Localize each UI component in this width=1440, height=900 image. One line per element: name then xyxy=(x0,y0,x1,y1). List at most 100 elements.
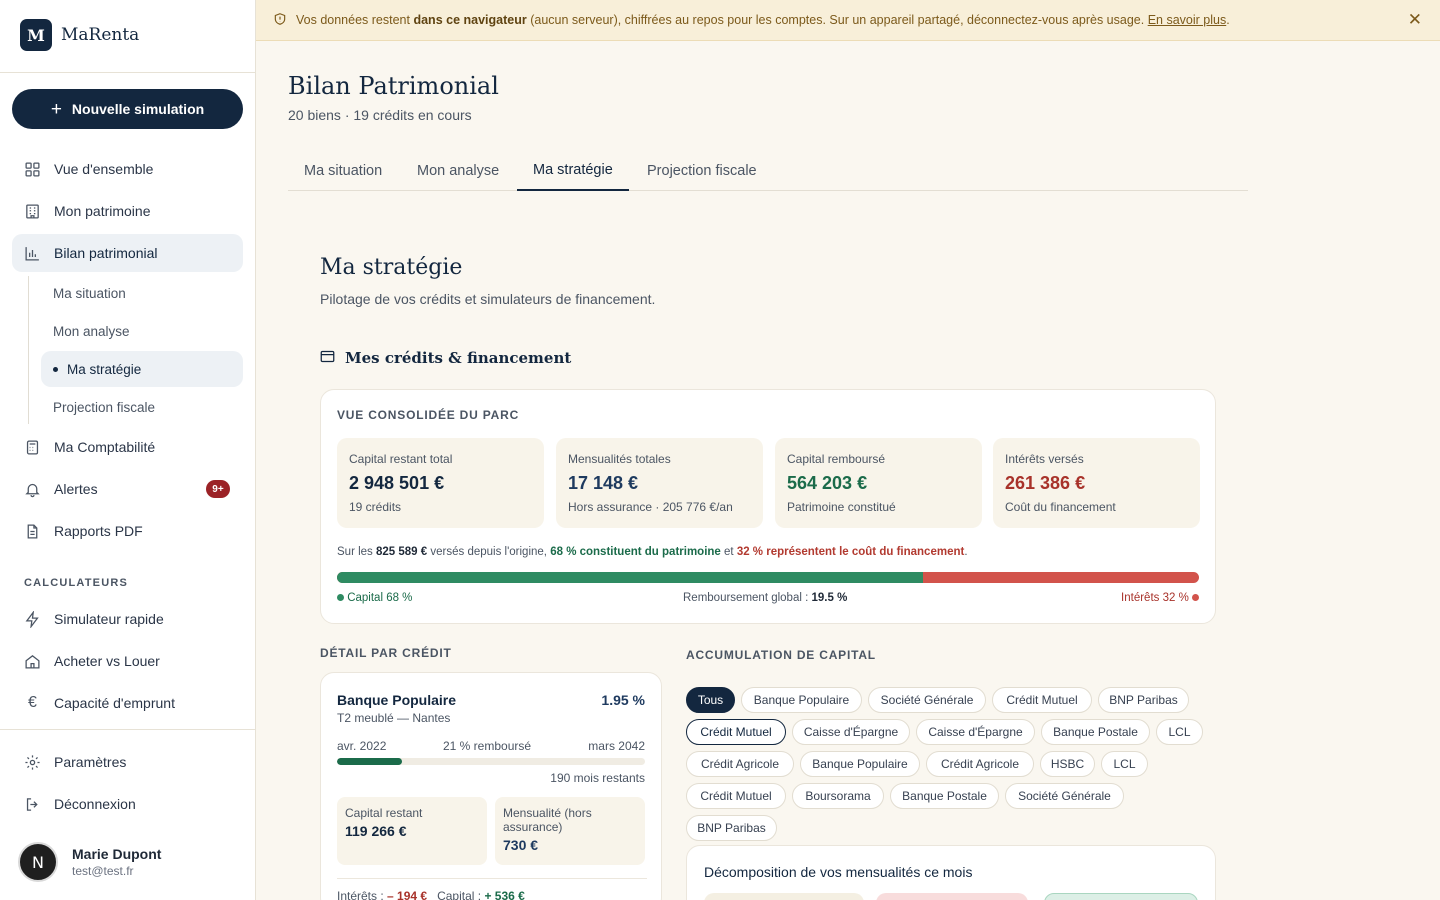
credit-progress-fill xyxy=(337,758,402,765)
legend-capital: Capital 68 % xyxy=(337,592,412,604)
repayment-summary: Sur les 825 589 € versés depuis l'origin… xyxy=(337,546,968,558)
page-title: Bilan Patrimonial xyxy=(288,72,499,100)
sidebar-item-patrimoine[interactable]: Mon patrimoine xyxy=(12,192,243,230)
sidebar-item-label: Vue d'ensemble xyxy=(54,161,154,177)
app-name: MaRenta xyxy=(61,25,140,45)
new-simulation-button[interactable]: + Nouvelle simulation xyxy=(12,89,243,129)
filter-chip[interactable]: Crédit Agricole xyxy=(926,751,1034,777)
learn-more-link[interactable]: En savoir plus xyxy=(1148,13,1227,27)
bell-icon xyxy=(24,481,41,498)
capital-bar-fill xyxy=(337,572,924,583)
credit-remaining: 190 mois restants xyxy=(550,771,645,785)
logout-icon xyxy=(24,796,41,813)
sidebar-item-deconnexion[interactable]: Déconnexion xyxy=(12,785,243,823)
sidebar-item-label: Paramètres xyxy=(54,754,127,770)
sidebar: M MaRenta + Nouvelle simulation Vue d'en… xyxy=(0,0,256,900)
filter-chip[interactable]: LCL xyxy=(1101,751,1148,777)
calculators-heading: CALCULATEURS xyxy=(24,577,129,589)
decomp-tile xyxy=(876,893,1028,900)
tab-analyse[interactable]: Mon analyse xyxy=(401,150,515,191)
subitem-label: Ma stratégie xyxy=(67,361,142,377)
consolidated-label: VUE CONSOLIDÉE DU PARC xyxy=(337,408,520,422)
subitem-label: Mon analyse xyxy=(53,323,130,339)
filter-chip[interactable]: Caisse d'Épargne xyxy=(916,719,1035,745)
credit-rate: 1.95 % xyxy=(601,692,645,708)
user-profile[interactable]: N Marie Dupont test@test.fr xyxy=(18,842,161,882)
plus-icon: + xyxy=(50,98,62,120)
kpi-interets-verses: Intérêts versés 261 386 € Coût du financ… xyxy=(993,438,1200,528)
filter-chip[interactable]: Boursorama xyxy=(792,783,884,809)
euro-icon: € xyxy=(28,694,37,711)
building-icon xyxy=(24,203,41,220)
credit-progress-bar xyxy=(337,758,645,765)
filter-chip[interactable]: Société Générale xyxy=(1005,783,1124,809)
brand[interactable]: M MaRenta xyxy=(20,19,139,51)
sidebar-item-label: Simulateur rapide xyxy=(54,611,164,627)
section-subtitle: Pilotage de vos crédits et simulateurs d… xyxy=(320,291,656,307)
sidebar-item-comptabilite[interactable]: Ma Comptabilité xyxy=(12,428,243,466)
sidebar-subitem-projection[interactable]: Projection fiscale xyxy=(41,389,243,425)
tab-strategie[interactable]: Ma stratégie xyxy=(517,150,629,191)
active-dot-icon xyxy=(53,366,58,372)
close-icon[interactable]: ✕ xyxy=(1408,10,1422,30)
sidebar-item-capacite[interactable]: € Capacité d'emprunt xyxy=(12,684,243,722)
sidebar-item-label: Rapports PDF xyxy=(54,523,143,539)
credit-start: avr. 2022 xyxy=(337,739,387,753)
filter-chip[interactable]: Banque Postale xyxy=(1041,719,1150,745)
sidebar-item-simulateur[interactable]: Simulateur rapide xyxy=(12,600,243,638)
grid-icon xyxy=(24,161,41,178)
sidebar-item-bilan[interactable]: Bilan patrimonial xyxy=(12,234,243,272)
filter-chip[interactable]: Crédit Agricole xyxy=(686,751,794,777)
detail-divider xyxy=(337,878,647,879)
sidebar-subitem-analyse[interactable]: Mon analyse xyxy=(41,313,243,349)
filter-chip[interactable]: Banque Populaire xyxy=(741,687,862,713)
filter-chip[interactable]: HSBC xyxy=(1040,751,1095,777)
capital-restant-box: Capital restant 119 266 € xyxy=(337,797,487,865)
credit-card-icon xyxy=(320,349,335,367)
sidebar-divider xyxy=(0,72,255,73)
shield-icon xyxy=(273,12,287,29)
banner-text: Vos données restent dans ce navigateur (… xyxy=(296,13,1230,27)
legend-global: Remboursement global : 19.5 % xyxy=(683,592,848,604)
credit-property: T2 meublé — Nantes xyxy=(337,711,451,725)
filter-chip[interactable]: Crédit Mutuel xyxy=(686,719,786,745)
sidebar-item-label: Bilan patrimonial xyxy=(54,245,158,261)
filter-chip[interactable]: BNP Paribas xyxy=(686,815,777,841)
sidebar-item-parametres[interactable]: Paramètres xyxy=(12,743,243,781)
filter-chip[interactable]: Crédit Mutuel xyxy=(686,783,786,809)
sidebar-item-rapports[interactable]: Rapports PDF xyxy=(12,512,243,550)
filter-chip[interactable]: Banque Postale xyxy=(890,783,999,809)
filter-chip[interactable]: Caisse d'Épargne xyxy=(792,719,910,745)
sidebar-item-alertes[interactable]: Alertes 9+ xyxy=(12,470,243,508)
filter-chip[interactable]: Tous xyxy=(686,687,735,713)
tab-situation[interactable]: Ma situation xyxy=(288,150,398,191)
filter-chip[interactable]: LCL xyxy=(1156,719,1203,745)
credit-card-banque-populaire[interactable]: Banque Populaire 1.95 % T2 meublé — Nant… xyxy=(320,672,662,900)
credit-end: mars 2042 xyxy=(588,739,645,753)
sidebar-subitem-situation[interactable]: Ma situation xyxy=(41,275,243,311)
sidebar-item-acheter-louer[interactable]: Acheter vs Louer xyxy=(12,642,243,680)
sidebar-item-label: Capacité d'emprunt xyxy=(54,695,175,711)
filter-chip[interactable]: Société Générale xyxy=(868,687,986,713)
mensualite-box: Mensualité (hors assurance) 730 € xyxy=(495,797,645,865)
sidebar-item-label: Mon patrimoine xyxy=(54,203,151,219)
interest-dot-icon xyxy=(1192,594,1199,602)
capital-interest-bar xyxy=(337,572,1199,583)
subitem-label: Projection fiscale xyxy=(53,399,156,415)
home-icon xyxy=(24,653,41,670)
document-icon xyxy=(24,523,41,540)
decomp-tile xyxy=(704,893,864,900)
gear-icon xyxy=(24,754,41,771)
section-title: Ma stratégie xyxy=(320,255,463,280)
decomp-tile xyxy=(1044,893,1198,900)
kpi-capital-restant: Capital restant total 2 948 501 € 19 cré… xyxy=(337,438,544,528)
sidebar-item-overview[interactable]: Vue d'ensemble xyxy=(12,150,243,188)
capital-dot-icon xyxy=(337,594,344,602)
tab-projection[interactable]: Projection fiscale xyxy=(631,150,773,191)
accumulation-label: ACCUMULATION DE CAPITAL xyxy=(686,648,876,662)
sidebar-subitem-strategie[interactable]: Ma stratégie xyxy=(41,351,243,387)
filter-chip[interactable]: BNP Paribas xyxy=(1098,687,1189,713)
detail-label: DÉTAIL PAR CRÉDIT xyxy=(320,646,452,660)
filter-chip[interactable]: Crédit Mutuel xyxy=(992,687,1092,713)
filter-chip[interactable]: Banque Populaire xyxy=(800,751,920,777)
